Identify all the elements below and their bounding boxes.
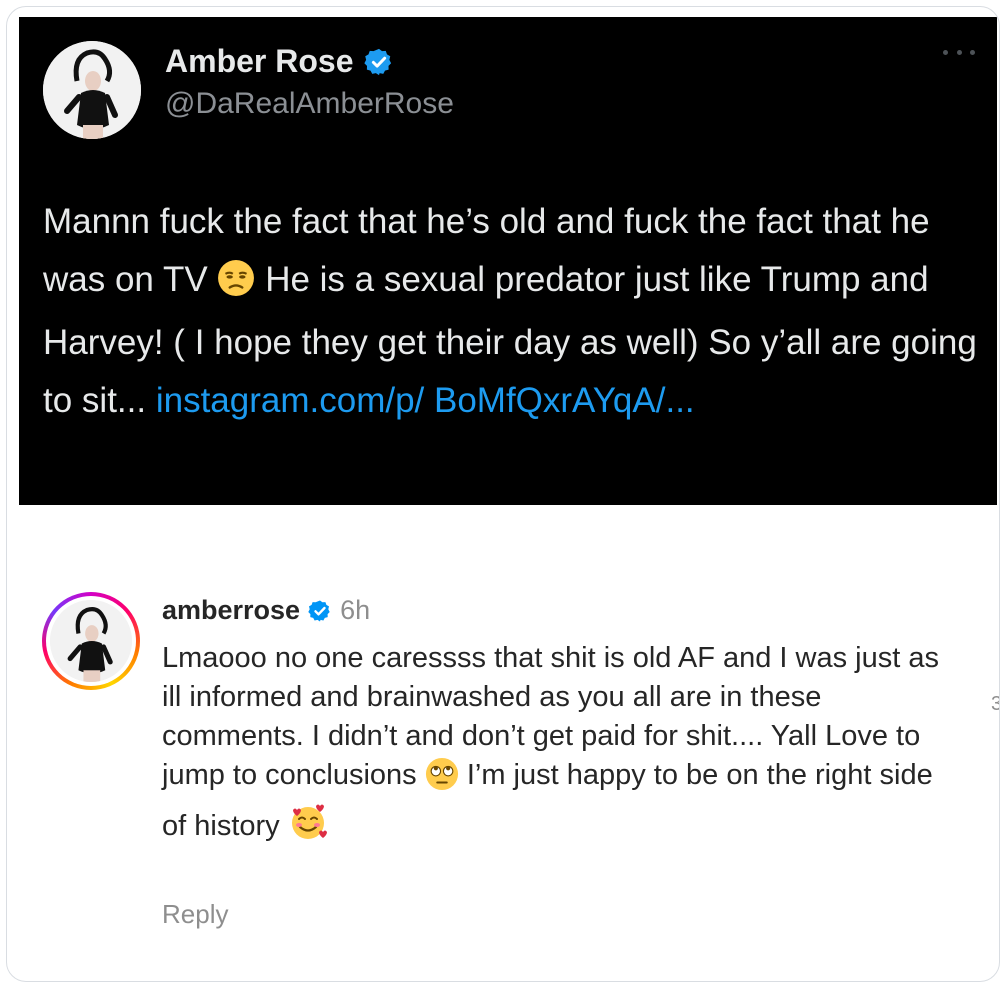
comment-header: amberrose 6h bbox=[162, 595, 370, 626]
profile-photo-icon bbox=[50, 600, 132, 682]
tweet-link[interactable]: instagram.com/p/ BoMfQxrAYqA/... bbox=[156, 381, 695, 420]
tweet-avatar[interactable] bbox=[43, 41, 141, 139]
comment-text: Lmaooo no one caressss that shit is old … bbox=[162, 639, 962, 853]
profile-photo-icon bbox=[43, 41, 141, 139]
unamused-face-icon bbox=[217, 257, 255, 315]
tweet-text: Mannn fuck the fact that he’s old and fu… bbox=[43, 193, 983, 429]
more-horizontal-icon[interactable] bbox=[943, 47, 975, 57]
comment-timestamp: 6h bbox=[340, 595, 371, 625]
face-with-rolling-eyes-icon bbox=[425, 757, 459, 802]
comment-username[interactable]: amberrose bbox=[162, 595, 300, 626]
smiling-face-with-hearts-icon bbox=[288, 802, 328, 853]
story-ring[interactable] bbox=[42, 592, 140, 690]
reply-count-indicator: 3 bbox=[991, 693, 999, 716]
tweet-display-name[interactable]: Amber Rose bbox=[165, 43, 354, 80]
verified-badge-icon bbox=[308, 599, 332, 623]
avatar-border bbox=[46, 596, 136, 686]
comment-avatar[interactable] bbox=[50, 600, 132, 682]
tweet-name-row: Amber Rose bbox=[165, 43, 394, 80]
tweet-handle[interactable]: @DaRealAmberRose bbox=[165, 87, 454, 121]
verified-badge-icon bbox=[363, 47, 394, 77]
screenshot-card: Amber Rose @DaRealAmberRose Mannn fuck t… bbox=[6, 6, 1000, 982]
tweet-card[interactable]: Amber Rose @DaRealAmberRose Mannn fuck t… bbox=[19, 17, 997, 505]
reply-button[interactable]: Reply bbox=[162, 899, 228, 930]
